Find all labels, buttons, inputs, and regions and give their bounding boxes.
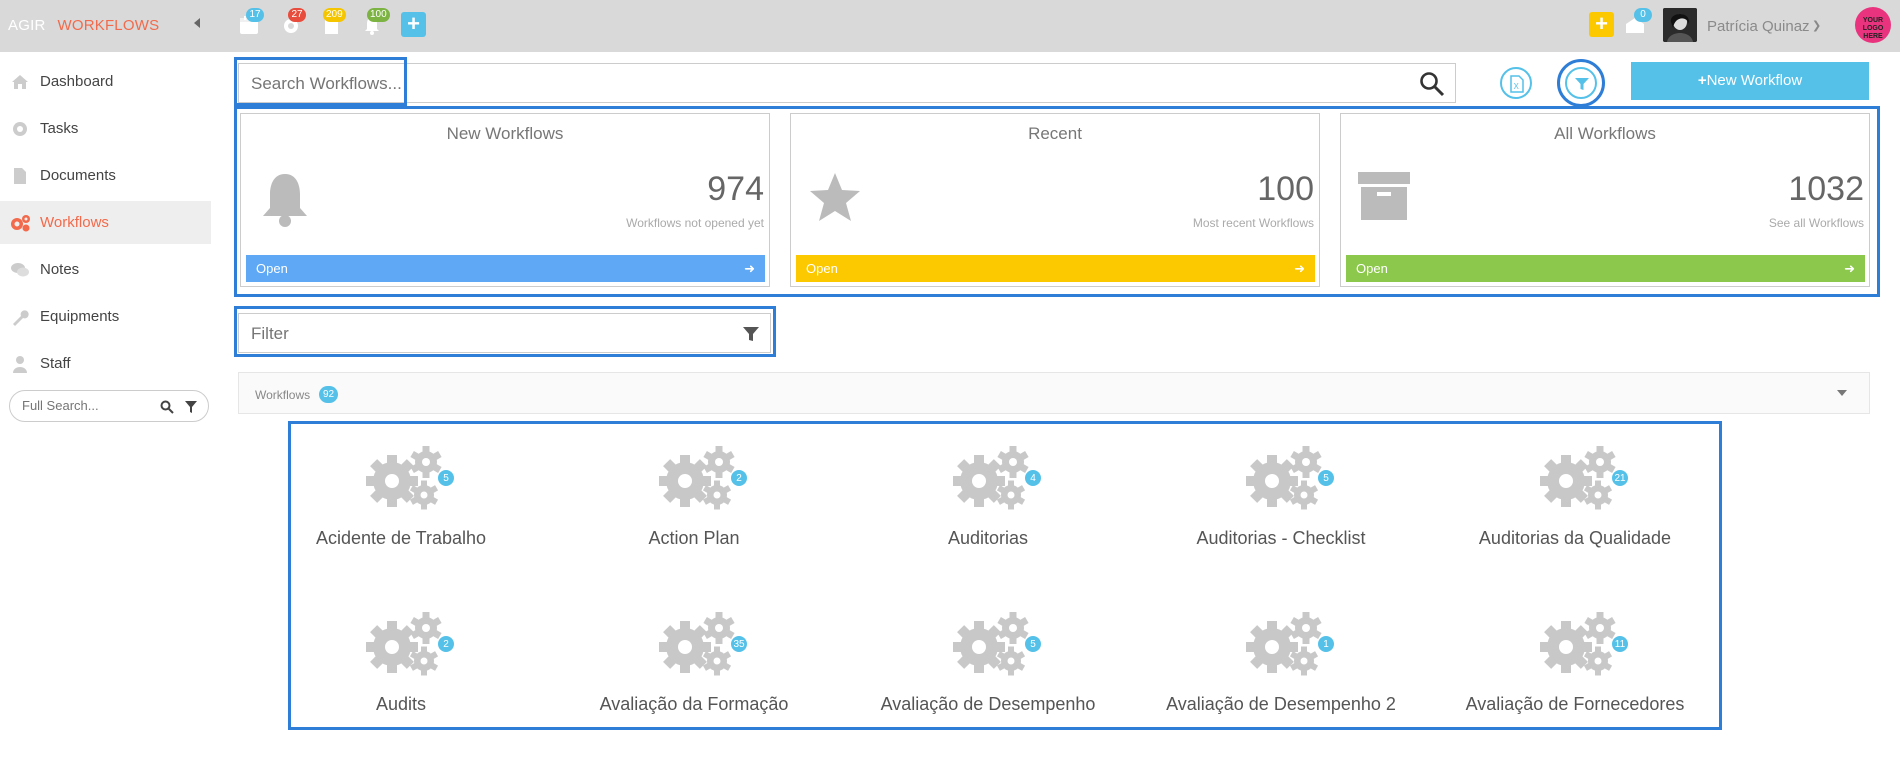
calendar-badge: 17 [246, 8, 264, 22]
workflows-count-badge: 92 [319, 386, 338, 403]
chat-icon [0, 262, 40, 278]
logo-text: YOUR LOGO HERE [1862, 17, 1884, 40]
sidebar-item-documents[interactable]: Documents [0, 154, 211, 197]
sidebar: Dashboard Tasks Documents Workflows Note… [0, 52, 211, 751]
sidebar-item-label: Dashboard [40, 73, 114, 90]
svg-text:X: X [1514, 82, 1520, 91]
export-excel-button[interactable]: X [1500, 67, 1532, 99]
sidebar-item-label: Documents [40, 167, 116, 184]
sidebar-item-label: Tasks [40, 120, 79, 137]
plus-icon: + [1697, 72, 1707, 89]
new-workflow-label: New Workflow [1706, 72, 1803, 89]
workflows-header[interactable]: Workflows 92 [238, 372, 1870, 414]
search-icon[interactable] [160, 400, 174, 414]
highlight-workflow-grid [288, 421, 1722, 730]
excel-icon: X [1510, 75, 1524, 93]
highlight-search [234, 57, 407, 106]
sidebar-item-tasks[interactable]: Tasks [0, 107, 211, 150]
full-search [9, 390, 209, 422]
wrench-icon [0, 308, 40, 326]
mail-badge: 0 [1634, 8, 1652, 22]
filter-icon[interactable] [184, 400, 198, 414]
gears-icon [0, 214, 40, 232]
highlight-cards [234, 106, 1880, 297]
user-name[interactable]: Patrícia Quinaz [1707, 18, 1810, 35]
new-workflow-button[interactable]: +New Workflow [1631, 62, 1869, 100]
highlight-filter [234, 306, 776, 357]
workflows-header-label: Workflows [255, 388, 311, 402]
quick-add-button[interactable]: + [401, 12, 426, 37]
search-icon[interactable] [1419, 71, 1445, 97]
sidebar-item-label: Notes [40, 261, 80, 278]
sidebar-item-label: Staff [40, 355, 71, 372]
company-logo: YOUR LOGO HERE [1855, 7, 1891, 43]
document-icon [0, 167, 40, 185]
sidebar-item-dashboard[interactable]: Dashboard [0, 60, 211, 103]
home-icon [0, 74, 40, 90]
sidebar-item-workflows[interactable]: Workflows [0, 201, 211, 244]
top-bar: AGIR WORKFLOWS 17 27 209 100 + + 0 Patríc… [0, 0, 1900, 52]
brand-app: WORKFLOWS [57, 17, 160, 34]
highlight-filter-toggle [1557, 59, 1605, 107]
collapse-sidebar-icon[interactable] [194, 18, 200, 28]
sidebar-item-notes[interactable]: Notes [0, 248, 211, 291]
sidebar-item-label: Workflows [40, 214, 109, 231]
search-workflows [238, 63, 1456, 103]
sidebar-item-label: Equipments [40, 308, 120, 325]
brand[interactable]: AGIR WORKFLOWS [8, 17, 159, 34]
tasks-badge: 27 [288, 8, 306, 22]
gear-icon [0, 120, 40, 138]
chevron-down-icon[interactable] [1837, 390, 1847, 396]
brand-company: AGIR [8, 17, 46, 34]
add-yellow-button[interactable]: + [1589, 12, 1614, 37]
user-icon [0, 355, 40, 373]
sidebar-item-staff[interactable]: Staff [0, 342, 211, 385]
documents-badge: 209 [323, 8, 346, 22]
avatar[interactable] [1663, 8, 1697, 42]
notifications-badge: 100 [367, 8, 390, 22]
sidebar-item-equipments[interactable]: Equipments [0, 295, 211, 338]
chevron-down-icon[interactable]: ❯ [1812, 19, 1821, 32]
full-search-input[interactable] [22, 398, 152, 413]
